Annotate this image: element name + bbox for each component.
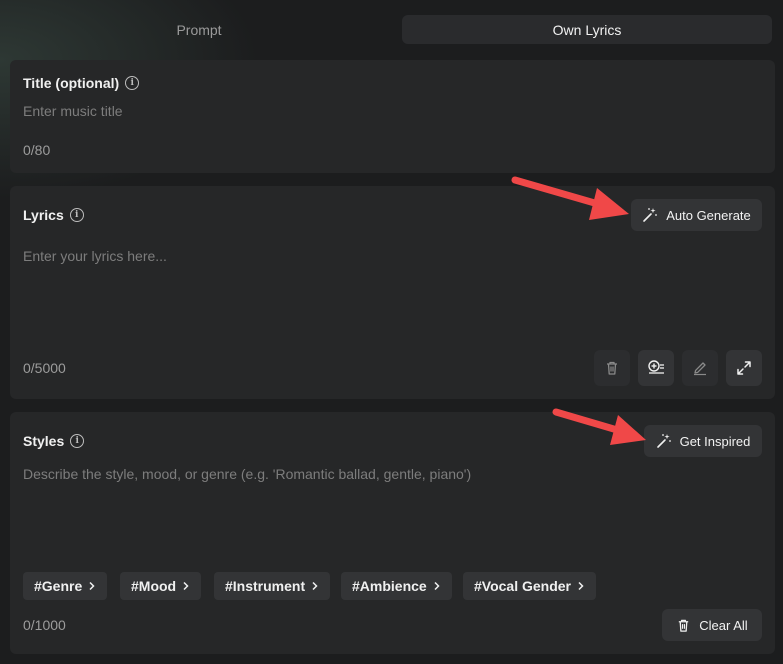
- styles-heading: Styles i: [23, 433, 85, 449]
- pencil-icon: [694, 362, 706, 376]
- lyrics-heading: Lyrics i: [23, 207, 84, 223]
- lyrics-counter: 0/5000: [23, 360, 66, 376]
- info-icon[interactable]: i: [70, 434, 85, 448]
- styles-panel: Styles i Get Inspired Describe the style…: [10, 412, 775, 654]
- tab-prompt[interactable]: Prompt: [14, 15, 384, 44]
- title-counter: 0/80: [23, 142, 51, 158]
- magic-wand-icon: [656, 434, 671, 448]
- tag-vocal-gender[interactable]: #Vocal Gender: [463, 572, 597, 600]
- delete-lyrics-button[interactable]: [594, 350, 630, 386]
- tag-label: #Mood: [131, 578, 177, 594]
- styles-counter: 0/1000: [23, 617, 66, 633]
- styles-input[interactable]: Describe the style, mood, or genre (e.g.…: [23, 466, 471, 482]
- tag-instrument[interactable]: #Instrument: [214, 572, 331, 600]
- lyrics-input[interactable]: Enter your lyrics here...: [23, 248, 167, 264]
- title-input[interactable]: Enter music title: [23, 103, 123, 119]
- trash-icon: [679, 619, 689, 632]
- auto-generate-label: Auto Generate: [666, 207, 751, 223]
- chevron-right-icon: [434, 581, 440, 591]
- lyrics-label: Lyrics: [23, 207, 64, 223]
- tag-ambience[interactable]: #Ambience: [341, 572, 452, 600]
- auto-generate-button[interactable]: Auto Generate: [631, 199, 762, 231]
- tag-label: #Genre: [34, 578, 83, 594]
- info-icon[interactable]: i: [69, 208, 84, 222]
- tab-own-lyrics[interactable]: Own Lyrics: [402, 15, 772, 44]
- tag-label: #Ambience: [352, 578, 427, 594]
- title-panel: Title (optional) i Enter music title 0/8…: [10, 60, 775, 173]
- edit-lyrics-button[interactable]: [682, 350, 718, 386]
- chevron-right-icon: [89, 581, 95, 591]
- add-section-icon: [648, 360, 664, 374]
- mode-tabs: Prompt Own Lyrics: [14, 15, 772, 44]
- title-heading: Title (optional) i: [23, 75, 140, 91]
- lyrics-panel: Lyrics i Auto Generate Enter your lyrics…: [10, 186, 775, 399]
- chevron-right-icon: [183, 581, 189, 591]
- get-inspired-label: Get Inspired: [679, 433, 751, 449]
- tag-mood[interactable]: #Mood: [120, 572, 202, 600]
- tag-label: #Vocal Gender: [474, 578, 572, 594]
- info-icon[interactable]: i: [125, 76, 140, 90]
- chevron-right-icon: [578, 581, 584, 591]
- trash-icon: [607, 361, 617, 375]
- expand-icon: [737, 361, 751, 375]
- tag-genre[interactable]: #Genre: [23, 572, 108, 600]
- styles-label: Styles: [23, 433, 65, 449]
- chevron-right-icon: [312, 581, 318, 591]
- add-section-button[interactable]: [638, 350, 674, 386]
- clear-all-label: Clear All: [699, 617, 748, 633]
- tag-label: #Instrument: [225, 578, 306, 594]
- get-inspired-button[interactable]: Get Inspired: [644, 425, 762, 457]
- clear-all-button[interactable]: Clear All: [662, 609, 762, 641]
- expand-lyrics-button[interactable]: [726, 350, 762, 386]
- title-label: Title (optional): [23, 75, 120, 91]
- magic-wand-icon: [643, 208, 658, 222]
